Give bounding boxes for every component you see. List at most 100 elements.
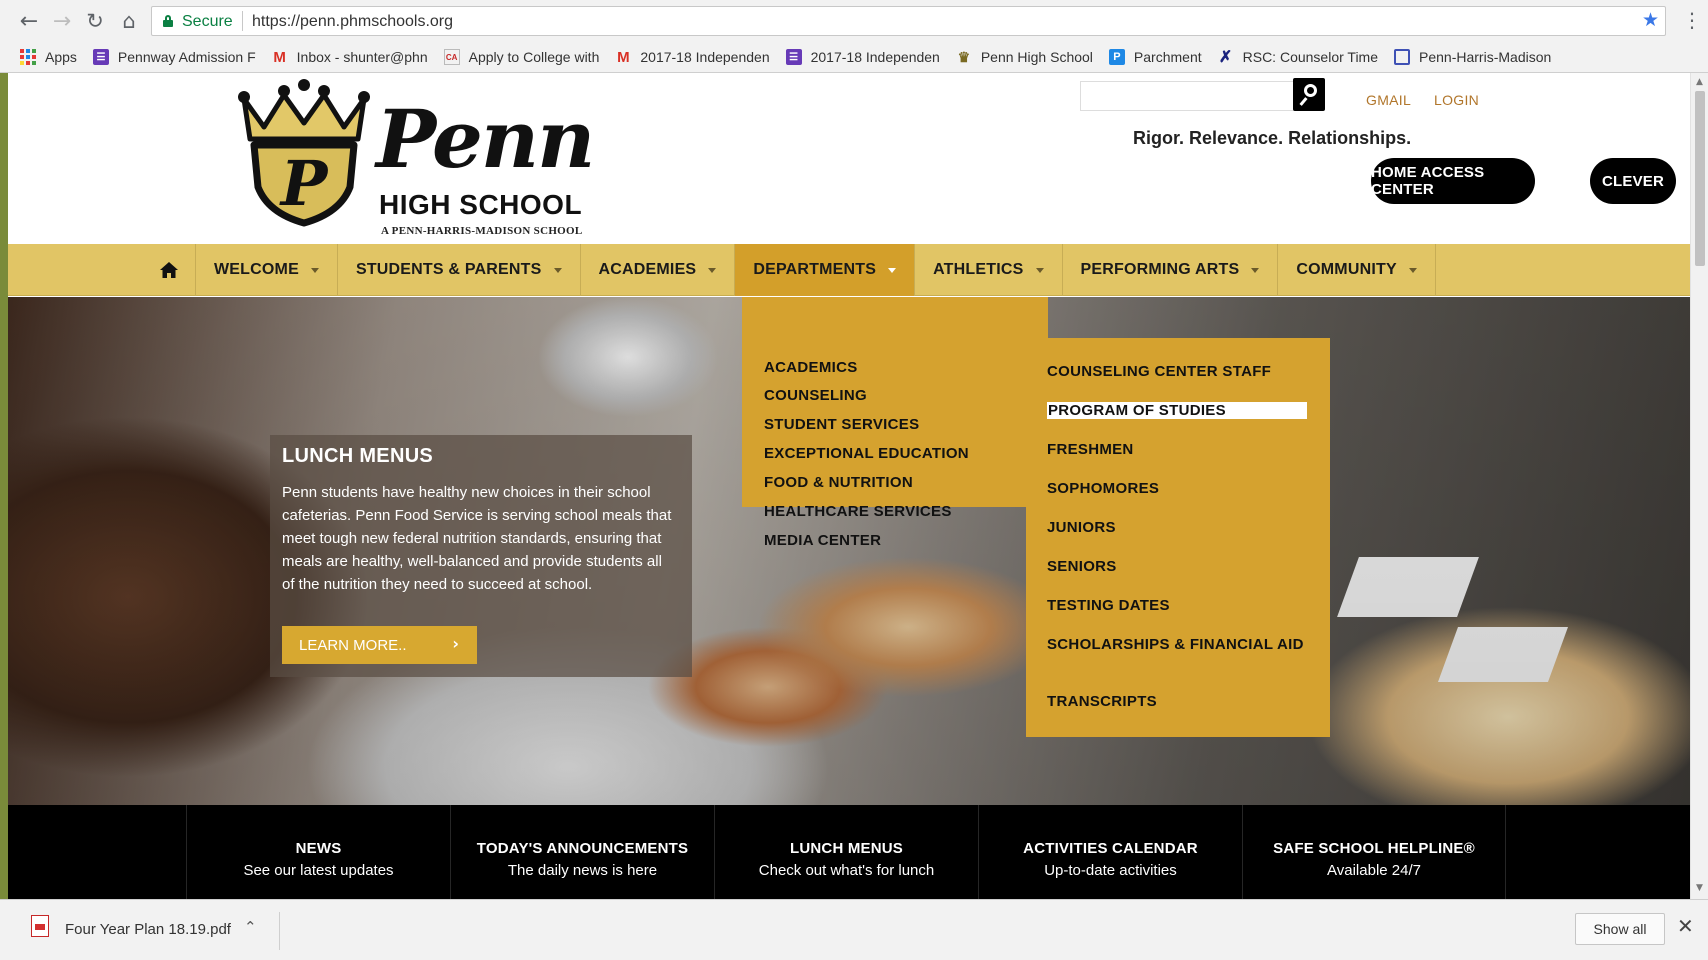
close-icon[interactable]: ✕	[1677, 914, 1694, 938]
address-divider	[242, 11, 243, 31]
menu-item-academics[interactable]: ACADEMICS	[764, 359, 858, 376]
bookmark-label: Pennway Admission F	[117, 49, 256, 65]
bookmark-label: Penn-Harris-Madison	[1419, 49, 1552, 65]
page-viewport: P Penn HIGH SCHOOL A PENN-HARRIS-MADISON…	[0, 73, 1708, 899]
quicklink-lunch-menus[interactable]: LUNCH MENUS Check out what's for lunch	[714, 805, 978, 899]
hero-caption-card: LUNCH MENUS Penn students have healthy n…	[270, 435, 692, 677]
bookmark-common-app[interactable]: CA Apply to College with	[443, 49, 599, 65]
forward-arrow-icon[interactable]: →	[49, 8, 75, 34]
chevron-up-icon[interactable]: ⌃	[244, 918, 257, 936]
submenu-item-sophomores[interactable]: SOPHOMORES	[1047, 480, 1307, 497]
nav-label: ATHLETICS	[933, 261, 1024, 278]
bookmark-rsc[interactable]: ✗ RSC: Counselor Time	[1218, 49, 1378, 66]
bookmark-penn-high[interactable]: ♛ Penn High School	[956, 48, 1093, 66]
bookmark-phm[interactable]: Penn-Harris-Madison	[1394, 49, 1551, 65]
nav-label: WELCOME	[214, 261, 299, 278]
quicklink-safe-school-helpline[interactable]: SAFE SCHOOL HELPLINE® Available 24/7	[1242, 805, 1506, 899]
bookmark-apps[interactable]: Apps	[20, 49, 77, 65]
bookmark-pennway[interactable]: ☰ Pennway Admission F	[92, 49, 256, 65]
page-scrollbar[interactable]: ▲ ▼	[1690, 73, 1708, 899]
school-logo[interactable]: P Penn HIGH SCHOOL A PENN-HARRIS-MADISON…	[236, 77, 606, 237]
secure-label: Secure	[182, 13, 233, 30]
quicklink-news[interactable]: NEWS See our latest updates	[186, 805, 450, 899]
back-arrow-icon[interactable]: ←	[16, 8, 42, 34]
download-item[interactable]: Four Year Plan 18.19.pdf ⌃	[26, 912, 280, 950]
bookmark-star-icon[interactable]: ★	[1642, 9, 1659, 31]
nav-label: STUDENTS & PARENTS	[355, 261, 542, 278]
nav-welcome[interactable]: WELCOME	[196, 244, 338, 296]
site-tagline: Rigor. Relevance. Relationships.	[1133, 128, 1412, 148]
show-all-button[interactable]: Show all	[1575, 913, 1665, 945]
common-app-icon: CA	[443, 49, 460, 65]
bookmark-parchment[interactable]: P Parchment	[1108, 49, 1202, 65]
submenu-item-scholarships[interactable]: SCHOLARSHIPS & FINANCIAL AID	[1047, 636, 1307, 653]
caret-down-icon	[708, 267, 717, 273]
menu-item-counseling[interactable]: COUNSELING	[764, 387, 867, 404]
quicklink-activities-calendar[interactable]: ACTIVITIES CALENDAR Up-to-date activitie…	[978, 805, 1242, 899]
submenu-item-program-of-studies[interactable]: PROGRAM OF STUDIES	[1047, 402, 1307, 419]
learn-more-button[interactable]: LEARN MORE.. ›	[282, 626, 477, 664]
menu-item-healthcare-services[interactable]: HEALTHCARE SERVICES	[764, 503, 952, 520]
hero-title: LUNCH MENUS	[282, 445, 434, 467]
bookmarks-bar: Apps ☰ Pennway Admission F M Inbox - shu…	[0, 42, 1708, 72]
nav-label: ACADEMIES	[598, 261, 697, 278]
download-file-name: Four Year Plan 18.19.pdf	[65, 921, 231, 938]
nav-athletics[interactable]: ATHLETICS	[915, 244, 1063, 296]
reload-icon[interactable]: ↻	[82, 8, 108, 34]
menu-item-student-services[interactable]: STUDENT SERVICES	[764, 416, 919, 433]
bookmark-inbox[interactable]: M Inbox - shunter@phn	[272, 49, 427, 66]
clever-button[interactable]: CLEVER	[1590, 158, 1676, 204]
nav-community[interactable]: COMMUNITY	[1278, 244, 1436, 296]
bookmark-independent-form[interactable]: ☰ 2017-18 Independen	[785, 49, 940, 65]
submenu-item-seniors[interactable]: SENIORS	[1047, 558, 1307, 575]
submenu-item-counseling-staff[interactable]: COUNSELING CENTER STAFF	[1047, 363, 1307, 380]
hero-body: Penn students have healthy new choices i…	[282, 484, 672, 593]
gmail-link[interactable]: GMAIL	[1366, 92, 1411, 108]
quicklink-subtitle: Check out what's for lunch	[758, 862, 935, 879]
submenu-item-freshmen[interactable]: FRESHMEN	[1047, 441, 1307, 458]
menu-item-food-nutrition[interactable]: FOOD & NUTRITION	[764, 474, 913, 491]
download-shelf: Four Year Plan 18.19.pdf ⌃ Show all ✕	[0, 899, 1708, 960]
login-link[interactable]: LOGIN	[1434, 92, 1479, 108]
submenu-item-testing-dates[interactable]: TESTING DATES	[1047, 597, 1307, 614]
address-bar[interactable]: Secure https://penn.phmschools.org ★	[151, 6, 1666, 36]
penn-shield-icon: ♛	[957, 48, 971, 65]
quicklink-subtitle: See our latest updates	[243, 862, 394, 879]
quicklink-subtitle: Up-to-date activities	[1044, 862, 1177, 879]
browser-menu-icon[interactable]: ⋮	[1682, 8, 1702, 32]
home-access-center-button[interactable]: HOME ACCESS CENTER	[1371, 158, 1535, 204]
bookmark-label: Parchment	[1133, 49, 1202, 65]
bookmark-label: Apps	[45, 49, 77, 65]
logo-subtitle: HIGH SCHOOL	[379, 189, 583, 220]
caret-down-icon	[310, 267, 319, 273]
nav-departments[interactable]: DEPARTMENTS	[735, 244, 916, 296]
nav-students-parents[interactable]: STUDENTS & PARENTS	[338, 244, 581, 296]
quicklink-title: SAFE SCHOOL HELPLINE®	[1273, 840, 1475, 857]
submenu-item-juniors[interactable]: JUNIORS	[1047, 519, 1307, 536]
bookmark-label: Penn High School	[980, 49, 1093, 65]
nav-home[interactable]	[143, 244, 196, 296]
site-search-input[interactable]	[1080, 81, 1299, 111]
home-icon[interactable]: ⌂	[116, 8, 142, 34]
url-text[interactable]: https://penn.phmschools.org	[252, 13, 453, 31]
menu-item-media-center[interactable]: MEDIA CENTER	[764, 532, 881, 549]
submenu-item-transcripts[interactable]: TRANSCRIPTS	[1047, 693, 1307, 710]
nav-academies[interactable]: ACADEMIES	[581, 244, 736, 296]
nav-label: DEPARTMENTS	[753, 261, 877, 278]
apps-grid-icon	[20, 49, 36, 65]
search-button[interactable]	[1293, 78, 1325, 111]
nav-label: COMMUNITY	[1296, 261, 1397, 278]
caret-down-icon	[1251, 267, 1260, 273]
scroll-up-arrow-icon[interactable]: ▲	[1696, 77, 1703, 87]
gmail-icon: M	[617, 48, 630, 66]
bookmark-independent-gmail[interactable]: M 2017-18 Independen	[615, 48, 769, 66]
bookmark-label: 2017-18 Independen	[810, 49, 940, 65]
scroll-down-arrow-icon[interactable]: ▼	[1696, 883, 1703, 893]
quicklink-title: LUNCH MENUS	[789, 840, 904, 857]
menu-item-exceptional-education[interactable]: EXCEPTIONAL EDUCATION	[764, 445, 969, 462]
form-icon: ☰	[785, 49, 802, 65]
quicklink-announcements[interactable]: TODAY'S ANNOUNCEMENTS The daily news is …	[450, 805, 714, 899]
svg-text:P: P	[279, 147, 330, 220]
nav-performing-arts[interactable]: PERFORMING ARTS	[1063, 244, 1279, 296]
scroll-thumb[interactable]	[1695, 91, 1705, 266]
